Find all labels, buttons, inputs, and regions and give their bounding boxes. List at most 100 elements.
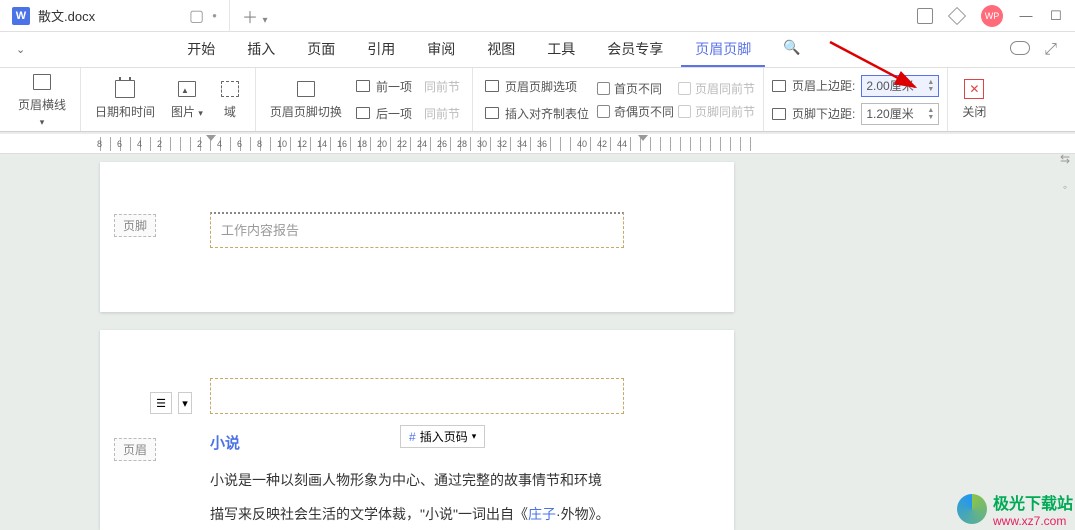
insert-tab-button[interactable]: 插入对齐制表位 xyxy=(481,103,593,124)
menu-tools[interactable]: 工具 xyxy=(533,33,589,67)
next-button[interactable]: 后一项 xyxy=(352,103,416,124)
maximize-button[interactable]: ☐ xyxy=(1049,8,1063,24)
ruler-tick: 42 xyxy=(597,139,607,149)
checkbox-icon xyxy=(678,105,691,118)
picture-button[interactable]: ▲ 图片 ▾ xyxy=(165,77,209,122)
header-tag[interactable]: 页眉 xyxy=(114,438,156,461)
spin-down-icon[interactable]: ▼ xyxy=(927,114,934,121)
body-line-2: 描写来反映社会生活的文学体裁，"小说"一词出自《庄子·外物》。 xyxy=(210,501,624,527)
minimize-button[interactable]: — xyxy=(1019,8,1033,23)
watermark-name: 极光下载站 xyxy=(993,490,1073,514)
close-hf-button[interactable]: ✕ 关闭 xyxy=(956,77,992,122)
indent-marker-icon[interactable] xyxy=(206,135,216,141)
document-tab[interactable]: W 散文.docx ▢ ● xyxy=(0,0,230,32)
header-top-margin: 页眉上边距: 2.00厘米▲▼ xyxy=(772,75,939,97)
menu-header-footer[interactable]: 页眉页脚 xyxy=(681,33,765,67)
same-prev-1: 同前节 xyxy=(420,76,464,97)
page-1: 页脚 工作内容报告 xyxy=(100,162,734,312)
watermark-logo-icon xyxy=(957,494,987,524)
picture-icon: ▲ xyxy=(178,81,196,97)
chat-icon[interactable] xyxy=(1010,41,1030,55)
ruler-tick: 30 xyxy=(477,139,487,149)
cube-icon[interactable] xyxy=(948,6,966,24)
ruler-tick: 28 xyxy=(457,139,467,149)
header-line-button[interactable]: 页眉横线 ▾ xyxy=(12,70,72,130)
section-title: 小说 xyxy=(210,432,240,453)
menu-start[interactable]: 开始 xyxy=(173,33,229,67)
footer-placeholder: 工作内容报告 xyxy=(221,223,299,238)
hf-switch-button[interactable]: 页眉页脚切换 xyxy=(264,77,348,122)
spin-up-icon[interactable]: ▲ xyxy=(927,107,934,114)
avatar[interactable]: WP xyxy=(981,5,1003,27)
right-marker-icon[interactable] xyxy=(638,135,648,141)
footer-bottom-margin: 页脚下边距: 1.20厘米▲▼ xyxy=(772,103,939,125)
tab-restore-icon[interactable]: ▢ xyxy=(189,6,204,26)
header-float-toolbar: ☰ ▾ xyxy=(150,392,192,414)
ruler-tick: 16 xyxy=(337,139,347,149)
ruler-tick: 24 xyxy=(417,139,427,149)
ruler-tick: 10 xyxy=(277,139,287,149)
header-area[interactable] xyxy=(210,378,624,414)
page-num-icon: # xyxy=(409,430,416,444)
document-canvas: 页脚 工作内容报告 ☰ ▾ 页眉 小说 # 插入页码 ▾ 小说是一种以刻画人物形… xyxy=(0,154,1075,530)
add-tab-button[interactable]: ＋ ▾ xyxy=(230,4,280,28)
expand-icon[interactable]: ⤢ xyxy=(1044,41,1057,59)
prev-button[interactable]: 前一项 xyxy=(352,76,416,97)
spin-up-icon[interactable]: ▲ xyxy=(927,79,934,86)
insert-page-number-button[interactable]: # 插入页码 ▾ xyxy=(400,425,485,448)
side-dock[interactable]: ⇆◦ xyxy=(1057,152,1073,194)
datetime-button[interactable]: 日期和时间 xyxy=(89,77,161,122)
ruler-tick: 6 xyxy=(117,139,122,149)
header-line-icon xyxy=(33,74,51,90)
ruler-tick: 12 xyxy=(297,139,307,149)
prev-icon xyxy=(356,80,370,92)
calendar-icon xyxy=(115,80,135,98)
header-top-input[interactable]: 2.00厘米▲▼ xyxy=(861,75,939,97)
options-icon xyxy=(485,80,499,92)
ruler-tick: 26 xyxy=(437,139,447,149)
footer-bottom-input[interactable]: 1.20厘米▲▼ xyxy=(861,103,939,125)
ruler[interactable]: 8642246810121416182022242628303234364042… xyxy=(0,134,1075,154)
format-button[interactable]: ☰ xyxy=(150,392,172,414)
ruler-tick: 4 xyxy=(217,139,222,149)
link-zhuangzi[interactable]: 庄子 xyxy=(528,506,556,522)
watermark: 极光下载站 www.xz7.com xyxy=(957,490,1073,528)
field-button[interactable]: 域 xyxy=(213,77,247,122)
ruler-tick: 4 xyxy=(137,139,142,149)
first-diff-check[interactable]: 首页不同 xyxy=(597,80,674,97)
ruler-tick: 20 xyxy=(377,139,387,149)
chevron-down-icon: ▾ xyxy=(472,431,477,442)
checkbox-icon xyxy=(678,82,691,95)
menu-view[interactable]: 视图 xyxy=(473,33,529,67)
ruler-tick: 8 xyxy=(257,139,262,149)
checkbox-icon xyxy=(597,82,610,95)
ruler-tick: 34 xyxy=(517,139,527,149)
watermark-url: www.xz7.com xyxy=(993,514,1073,528)
menu-search-icon[interactable]: 🔍 xyxy=(769,33,814,67)
footer-tag[interactable]: 页脚 xyxy=(114,214,156,237)
menu-dropdown-icon[interactable]: ⌄ xyxy=(8,39,33,60)
checkbox-icon xyxy=(597,105,610,118)
hf-options-button[interactable]: 页眉页脚选项 xyxy=(481,76,593,97)
format-dropdown[interactable]: ▾ xyxy=(178,392,192,414)
titlebar: W 散文.docx ▢ ● ＋ ▾ WP — ☐ xyxy=(0,0,1075,32)
menu-insert[interactable]: 插入 xyxy=(233,33,289,67)
footer-area[interactable]: 工作内容报告 xyxy=(210,212,624,248)
menu-reference[interactable]: 引用 xyxy=(353,33,409,67)
tab-dot-icon[interactable]: ● xyxy=(212,11,217,20)
menu-page[interactable]: 页面 xyxy=(293,33,349,67)
ruler-tick: 18 xyxy=(357,139,367,149)
hf-switch-icon xyxy=(297,81,315,97)
margin-top-icon xyxy=(772,80,786,92)
footer-same-prev-check: 页脚同前节 xyxy=(678,103,755,120)
menu-member[interactable]: 会员专享 xyxy=(593,33,677,67)
menubar: ⌄ 开始 插入 页面 引用 审阅 视图 工具 会员专享 页眉页脚 🔍 ⤢ xyxy=(0,32,1075,68)
spin-down-icon[interactable]: ▼ xyxy=(927,86,934,93)
ruler-tick: 8 xyxy=(97,139,102,149)
odd-even-check[interactable]: 奇偶页不同 xyxy=(597,103,674,120)
panel-icon[interactable] xyxy=(917,8,933,24)
menu-review[interactable]: 审阅 xyxy=(413,33,469,67)
tab-icon xyxy=(485,107,499,119)
next-icon xyxy=(356,107,370,119)
ruler-tick: 6 xyxy=(237,139,242,149)
